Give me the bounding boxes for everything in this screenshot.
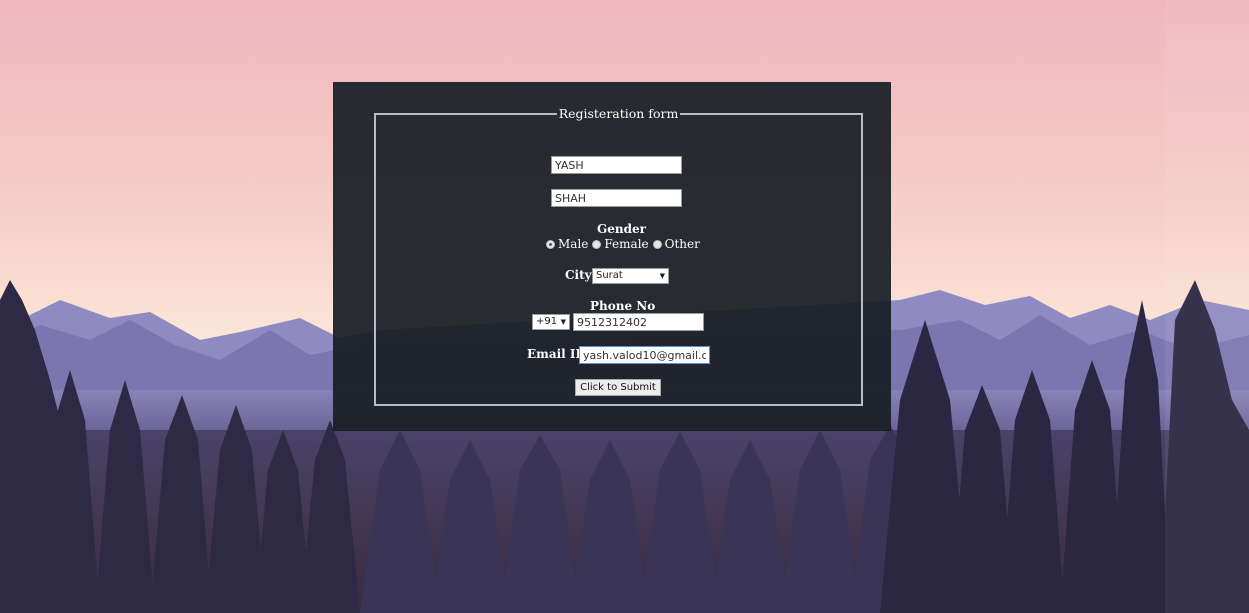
email-input[interactable] [579, 346, 710, 364]
country-code-value: +91 [536, 316, 558, 327]
form-legend: Registeration form [558, 106, 679, 121]
submit-button[interactable]: Click to Submit [575, 379, 661, 396]
gender-radio-group: Male Female Other [546, 237, 704, 251]
gender-female-label: Female [604, 237, 649, 251]
city-select[interactable]: Surat ▼ [592, 268, 669, 284]
city-label: City [565, 268, 592, 282]
gender-male-label: Male [558, 237, 589, 251]
radio-other[interactable] [652, 239, 662, 249]
gender-option-female[interactable]: Female [592, 237, 649, 251]
gender-label: Gender [597, 222, 646, 236]
radio-male[interactable] [546, 239, 555, 249]
phone-label: Phone No [590, 299, 656, 313]
last-name-input[interactable] [551, 189, 682, 207]
email-label: Email ID [527, 347, 586, 361]
phone-input[interactable] [573, 313, 704, 331]
gender-option-other[interactable]: Other [652, 237, 700, 251]
chevron-down-icon: ▼ [659, 272, 665, 280]
gender-option-male[interactable]: Male [546, 237, 588, 251]
first-name-input[interactable] [551, 156, 682, 174]
gender-other-label: Other [664, 237, 700, 251]
chevron-down-icon: ▼ [560, 318, 566, 326]
radio-female[interactable] [592, 239, 602, 249]
country-code-select[interactable]: +91 ▼ [532, 314, 570, 330]
city-select-value: Surat [596, 270, 623, 281]
